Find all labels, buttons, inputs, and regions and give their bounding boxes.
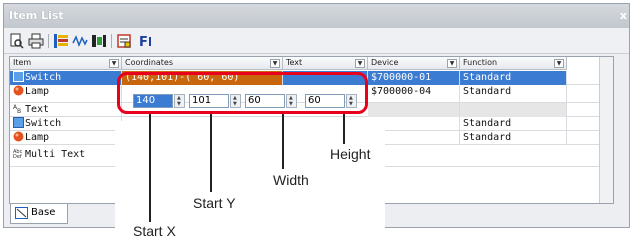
device-cell[interactable]: $700000-01 bbox=[368, 71, 460, 85]
height-leader-line bbox=[343, 114, 345, 144]
toolbar: F bbox=[4, 28, 629, 54]
item-cell[interactable]: Switch bbox=[10, 117, 122, 131]
switch-icon bbox=[13, 71, 24, 82]
grid-color-icon[interactable] bbox=[91, 33, 107, 49]
title-bar: Item List x bbox=[4, 4, 629, 28]
settings-icon[interactable] bbox=[116, 33, 132, 49]
item-cell[interactable]: Lamp bbox=[10, 85, 122, 103]
filter-dropdown-icon[interactable]: ▼ bbox=[554, 59, 564, 68]
svg-text:B: B bbox=[17, 108, 21, 114]
column-list-icon[interactable] bbox=[53, 33, 69, 49]
print-preview-icon[interactable] bbox=[9, 33, 25, 49]
item-cell[interactable]: A B Text bbox=[10, 103, 122, 117]
device-cell[interactable]: $700000-04 bbox=[368, 85, 460, 103]
close-icon[interactable]: x bbox=[620, 4, 627, 28]
function-cell[interactable]: Standard bbox=[460, 117, 567, 131]
width-label: Width bbox=[273, 172, 309, 188]
switch-icon bbox=[13, 117, 24, 128]
start-y-label: Start Y bbox=[193, 195, 236, 211]
height-label: Height bbox=[330, 146, 371, 162]
start-x-leader-line bbox=[149, 114, 151, 222]
print-icon[interactable] bbox=[28, 33, 44, 49]
svg-text:F: F bbox=[139, 35, 148, 49]
item-cell[interactable]: Switch bbox=[10, 71, 122, 85]
item-cell[interactable]: Abc Def Multi Text bbox=[10, 145, 122, 167]
toolbar-separator bbox=[48, 34, 49, 48]
filter-dropdown-icon[interactable]: ▼ bbox=[109, 59, 119, 68]
base-screen-icon bbox=[15, 207, 28, 219]
filter-dropdown-icon[interactable]: ▼ bbox=[447, 59, 457, 68]
column-header-device[interactable]: Device ▼ bbox=[368, 57, 460, 70]
width-leader-line bbox=[282, 114, 284, 169]
text-icon: AB bbox=[13, 103, 24, 115]
toolbar-separator bbox=[111, 34, 112, 48]
tab-base[interactable]: Base bbox=[10, 204, 68, 224]
function-cell[interactable]: Standard bbox=[460, 131, 567, 145]
column-header-function[interactable]: Function ▼ bbox=[460, 57, 567, 70]
function-cell[interactable]: Standard bbox=[460, 71, 567, 85]
start-x-label: Start X bbox=[133, 223, 176, 239]
column-header-text[interactable]: Text ▼ bbox=[283, 57, 368, 70]
lamp-icon bbox=[13, 131, 24, 142]
function-cell[interactable]: Standard bbox=[460, 85, 567, 103]
column-header-coordinates[interactable]: Coordinates ▼ bbox=[122, 57, 283, 70]
multi-text-icon: Abc Def bbox=[13, 147, 24, 160]
device-cell[interactable] bbox=[368, 103, 460, 117]
window-title: Item List bbox=[9, 9, 64, 22]
lamp-icon bbox=[13, 85, 24, 96]
filter-dropdown-icon[interactable]: ▼ bbox=[355, 59, 365, 68]
filter-dropdown-icon[interactable]: ▼ bbox=[270, 59, 280, 68]
waveform-icon[interactable] bbox=[72, 33, 88, 49]
coordinates-callout-outline bbox=[117, 72, 368, 114]
item-cell[interactable]: Lamp bbox=[10, 131, 122, 145]
font-icon[interactable]: F bbox=[137, 33, 153, 49]
vertical-scrollbar[interactable] bbox=[599, 57, 613, 203]
function-cell[interactable] bbox=[460, 103, 567, 117]
start-y-leader-line bbox=[210, 114, 212, 192]
column-header-item[interactable]: Item ▼ bbox=[10, 57, 122, 70]
svg-text:Def: Def bbox=[13, 154, 22, 159]
